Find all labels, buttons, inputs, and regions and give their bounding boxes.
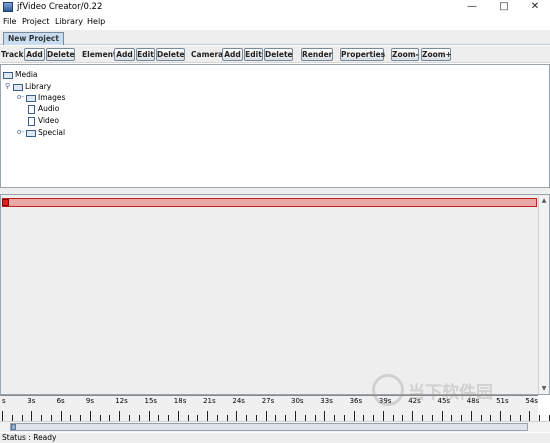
tree-node-video[interactable]: Video [28, 115, 59, 126]
watermark-logo: 当下软件园 [372, 374, 532, 408]
time-tick-mark [89, 411, 91, 421]
collapse-handle-icon[interactable]: o- [17, 93, 24, 101]
render-button[interactable]: Render [301, 48, 333, 61]
tree-node-audio[interactable]: Audio [28, 103, 59, 114]
time-tick-mark [31, 411, 33, 421]
tab-new-project[interactable]: New Project [3, 32, 64, 45]
window-title: jfVideo Creator/0.22 [17, 2, 103, 12]
time-tick-mark [412, 411, 414, 421]
element-add-button[interactable]: Add [114, 48, 135, 61]
time-tick-mark [236, 411, 238, 421]
status-bar: Status : Ready [0, 433, 550, 443]
menu-file[interactable]: File [3, 17, 16, 26]
close-button[interactable]: ✕ [521, 0, 549, 14]
camera-edit-button[interactable]: Edit [244, 48, 263, 61]
time-tick-label: 9s [85, 397, 94, 405]
folder-icon [26, 129, 36, 137]
folder-icon [3, 71, 13, 79]
time-tick-mark [470, 411, 472, 421]
toolbar: Track: Add Delete Element: Add Edit Dele… [0, 46, 550, 63]
element-delete-button[interactable]: Delete [156, 48, 185, 61]
properties-button[interactable]: Properties [340, 48, 385, 61]
time-tick-label: 6s [56, 397, 65, 405]
file-icon [28, 104, 35, 114]
time-tick-label: 18s [173, 397, 187, 405]
menu-library[interactable]: Library [55, 17, 83, 26]
time-tick-mark [119, 411, 121, 421]
file-icon [28, 116, 35, 126]
camera-label: Camera: [191, 50, 227, 59]
folder-icon [26, 94, 36, 102]
time-tick-label: 30s [291, 397, 304, 405]
time-tick-label: 3s [27, 397, 36, 405]
time-tick-mark [529, 411, 531, 421]
menu-bar: File Project Library Help [0, 14, 550, 29]
time-tick-label: 12s [115, 397, 128, 405]
collapse-handle-icon[interactable]: o- [17, 128, 24, 136]
track-delete-button[interactable]: Delete [46, 48, 75, 61]
tree-node-media[interactable]: Media [3, 69, 38, 80]
time-tick-label: 27s [261, 397, 275, 405]
horizontal-scrollbar[interactable] [0, 421, 550, 432]
expand-handle-icon[interactable]: ⚲ [5, 82, 10, 90]
time-tick-mark [353, 411, 355, 421]
time-tick-mark [148, 411, 150, 421]
zoom-in-button[interactable]: Zoom+ [421, 48, 452, 61]
time-tick-label: 21s [203, 397, 216, 405]
track-handle[interactable] [2, 199, 9, 206]
time-tick-mark [441, 411, 443, 421]
scroll-up-icon[interactable]: ▲ [539, 196, 549, 206]
time-tick-mark [295, 411, 296, 421]
minimize-button[interactable]: — [458, 0, 486, 14]
timeline-panel[interactable]: ▲ ▼ [0, 194, 550, 395]
time-tick-label: 36s [349, 397, 363, 405]
camera-delete-button[interactable]: Delete [264, 48, 293, 61]
timeline-track[interactable] [2, 198, 537, 207]
title-bar: jfVideo Creator/0.22 — □ ✕ [0, 0, 550, 14]
tree-node-library[interactable]: Library [13, 81, 51, 92]
scroll-grip-icon[interactable] [11, 424, 16, 430]
menu-project[interactable]: Project [22, 17, 49, 26]
zoom-out-button[interactable]: Zoom- [391, 48, 419, 61]
time-tick-mark [177, 411, 179, 421]
app-icon [3, 2, 13, 12]
camera-add-button[interactable]: Add [222, 48, 243, 61]
time-tick-mark [382, 411, 384, 421]
time-tick-mark [324, 411, 326, 421]
time-tick-label: 15s [144, 397, 158, 405]
track-add-button[interactable]: Add [24, 48, 45, 61]
scroll-down-icon[interactable]: ▼ [539, 384, 549, 394]
time-tick-mark [2, 411, 3, 421]
menu-help[interactable]: Help [87, 17, 105, 26]
scroll-thumb[interactable] [10, 423, 528, 431]
tree-node-images[interactable]: Images [26, 92, 65, 103]
project-tabs: New Project [0, 30, 550, 45]
tree-node-special[interactable]: Special [26, 127, 65, 138]
watermark-text: 当下软件园 [408, 383, 493, 403]
time-tick-mark [500, 411, 502, 421]
time-tick-mark [265, 411, 267, 421]
folder-icon [13, 83, 23, 91]
time-tick-mark [207, 411, 209, 421]
watermark-icon [372, 374, 404, 406]
maximize-button[interactable]: □ [490, 0, 518, 14]
time-tick-mark [60, 411, 62, 421]
time-tick-label: 33s [320, 397, 333, 405]
media-tree: Media ⚲ Library o- Images Audio Video o-… [0, 64, 550, 188]
vertical-scrollbar[interactable]: ▲ ▼ [538, 196, 549, 394]
time-tick-label: 24s [232, 397, 245, 405]
time-tick-label: s [2, 397, 6, 405]
element-edit-button[interactable]: Edit [136, 48, 155, 61]
track-label: Track: [1, 50, 27, 59]
